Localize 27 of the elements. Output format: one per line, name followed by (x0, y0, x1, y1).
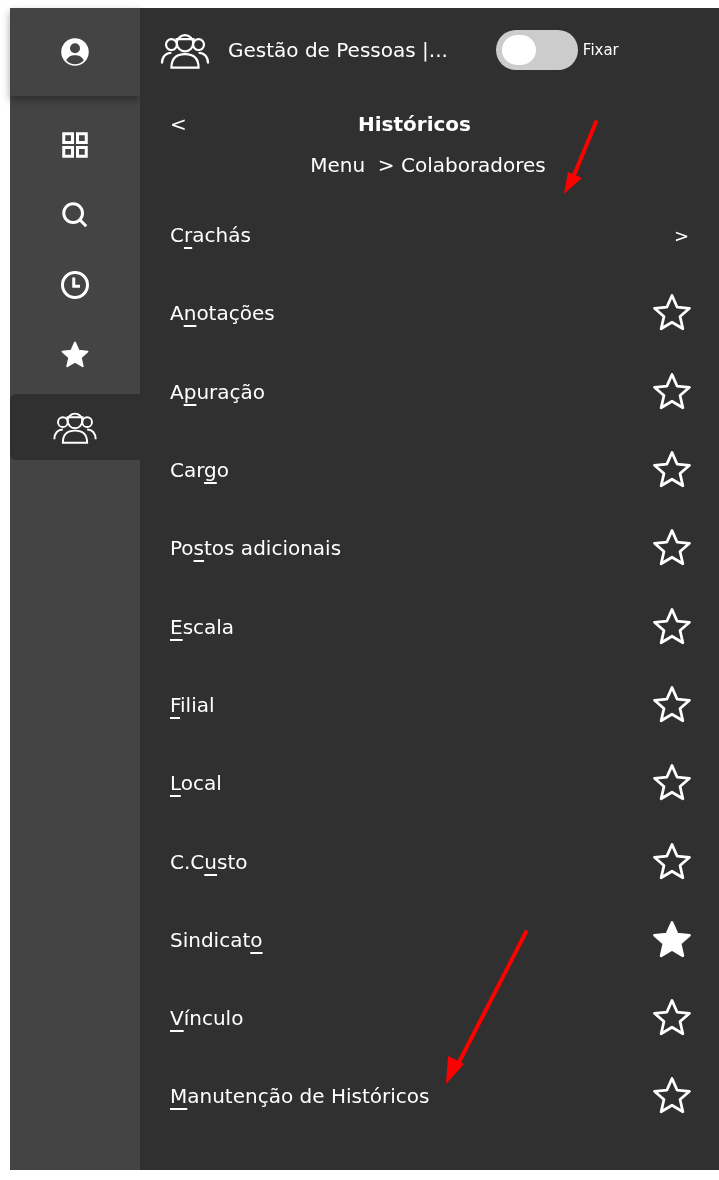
panel-title: Históricos (358, 112, 471, 136)
people-rail-item[interactable] (10, 394, 140, 460)
back-button[interactable]: < (166, 112, 191, 136)
search-icon (60, 200, 90, 230)
menu-item[interactable]: Cargo (170, 458, 230, 483)
grid-icon (60, 130, 90, 160)
menu-item[interactable]: Anotações (170, 301, 275, 326)
menu-item[interactable]: Apuração (170, 379, 266, 404)
menu-item[interactable]: Vínculo (170, 1006, 244, 1031)
people-icon (160, 31, 210, 69)
pin-toggle[interactable] (495, 30, 578, 70)
menu-item[interactable]: Manutenção de Históricos (170, 1084, 430, 1109)
menu-item[interactable]: Postos adicionais (170, 536, 342, 561)
menu-item[interactable]: Filial (170, 692, 215, 717)
user-avatar-icon[interactable] (60, 37, 90, 67)
menu-item[interactable]: Sindicato (170, 927, 263, 952)
menu-item[interactable]: Escala (170, 614, 235, 639)
module-title: Gestão de Pessoas |... (228, 38, 448, 62)
breadcrumb[interactable]: Menu > Colaboradores (310, 153, 546, 177)
menu-item[interactable]: Crachás (170, 223, 251, 248)
submenu-arrow[interactable]: > (673, 224, 693, 246)
pin-label: Fixar (582, 41, 619, 59)
people-icon (53, 410, 97, 444)
menu-item[interactable]: Local (170, 771, 222, 796)
menu-item[interactable]: C.Custo (170, 849, 248, 874)
clock-icon (60, 270, 90, 300)
star-icon (60, 340, 90, 370)
